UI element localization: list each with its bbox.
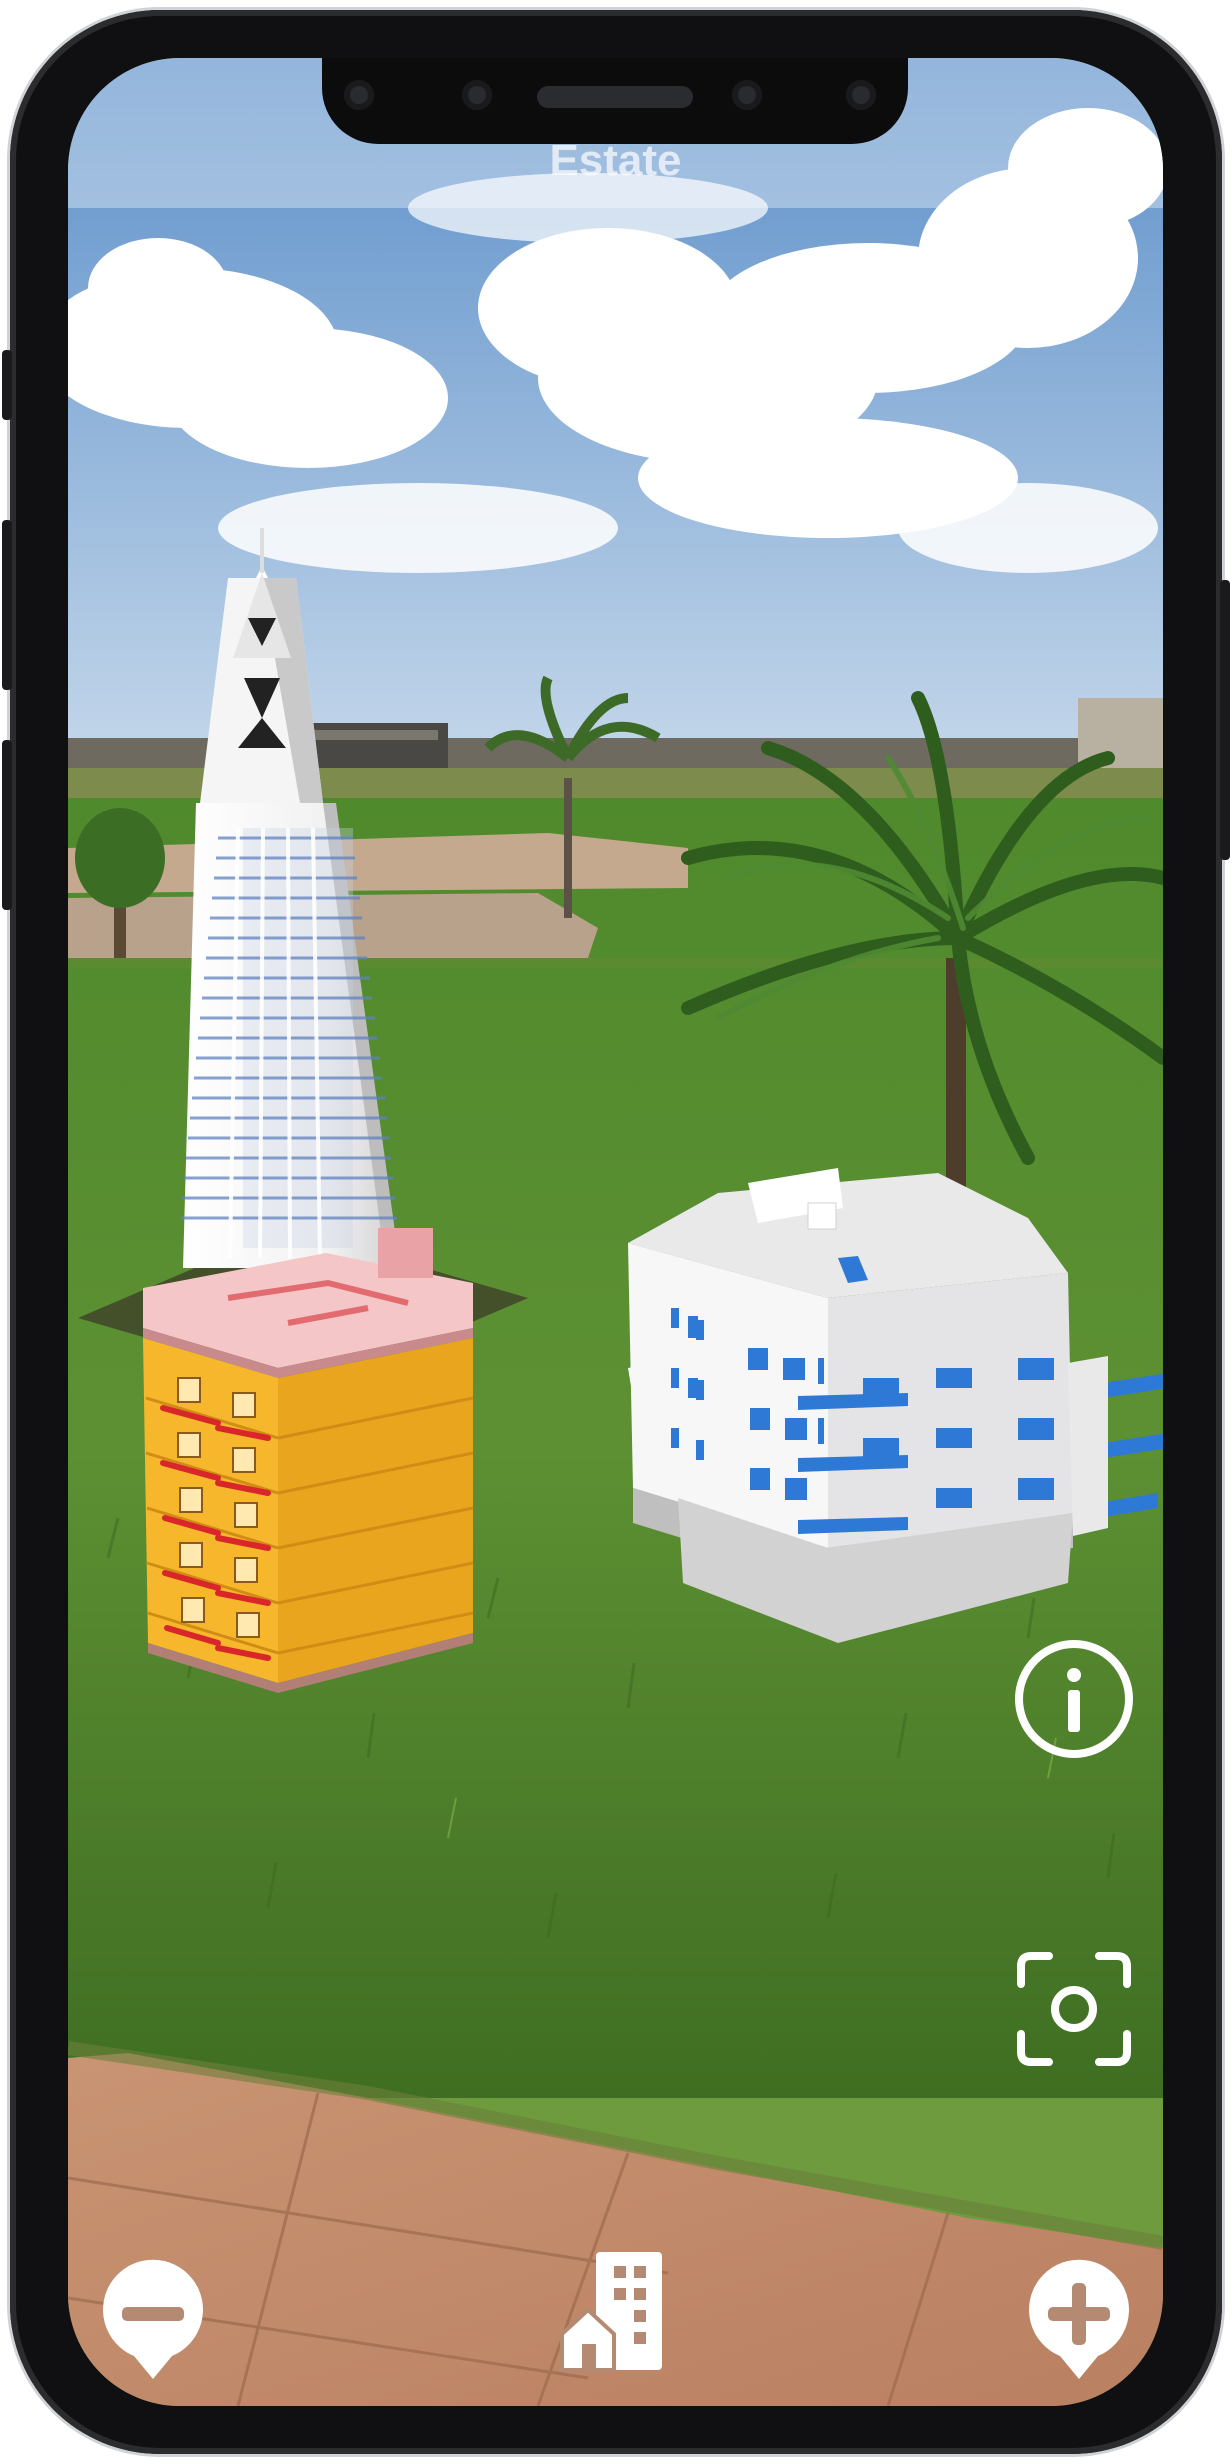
sensor-dot (344, 80, 374, 110)
zoom-in-button[interactable] (1024, 2253, 1134, 2383)
camera-focus-icon (1017, 1952, 1131, 2066)
buildings-catalog-button[interactable] (558, 2248, 668, 2373)
buildings-catalog-icon (560, 2252, 662, 2372)
info-button[interactable] (1013, 1638, 1135, 1760)
front-camera (732, 80, 762, 110)
power-button (1220, 580, 1230, 860)
ar-camera-view[interactable]: Estate (68, 58, 1163, 2406)
ar-scene (68, 58, 1163, 2406)
mute-switch (2, 350, 12, 420)
sensor-dot (846, 80, 876, 110)
earpiece-speaker (537, 86, 693, 108)
volume-down-button (2, 740, 12, 910)
orange-apartment-model[interactable] (143, 1228, 474, 1693)
phone-notch (322, 58, 908, 144)
volume-up-button (2, 520, 12, 690)
zoom-out-button[interactable] (98, 2253, 208, 2383)
sensor-dot (462, 80, 492, 110)
info-icon (1015, 1640, 1133, 1758)
capture-button[interactable] (1013, 1948, 1135, 2070)
zoom-in-pin-icon (1029, 2259, 1129, 2379)
zoom-out-pin-icon (103, 2259, 203, 2379)
